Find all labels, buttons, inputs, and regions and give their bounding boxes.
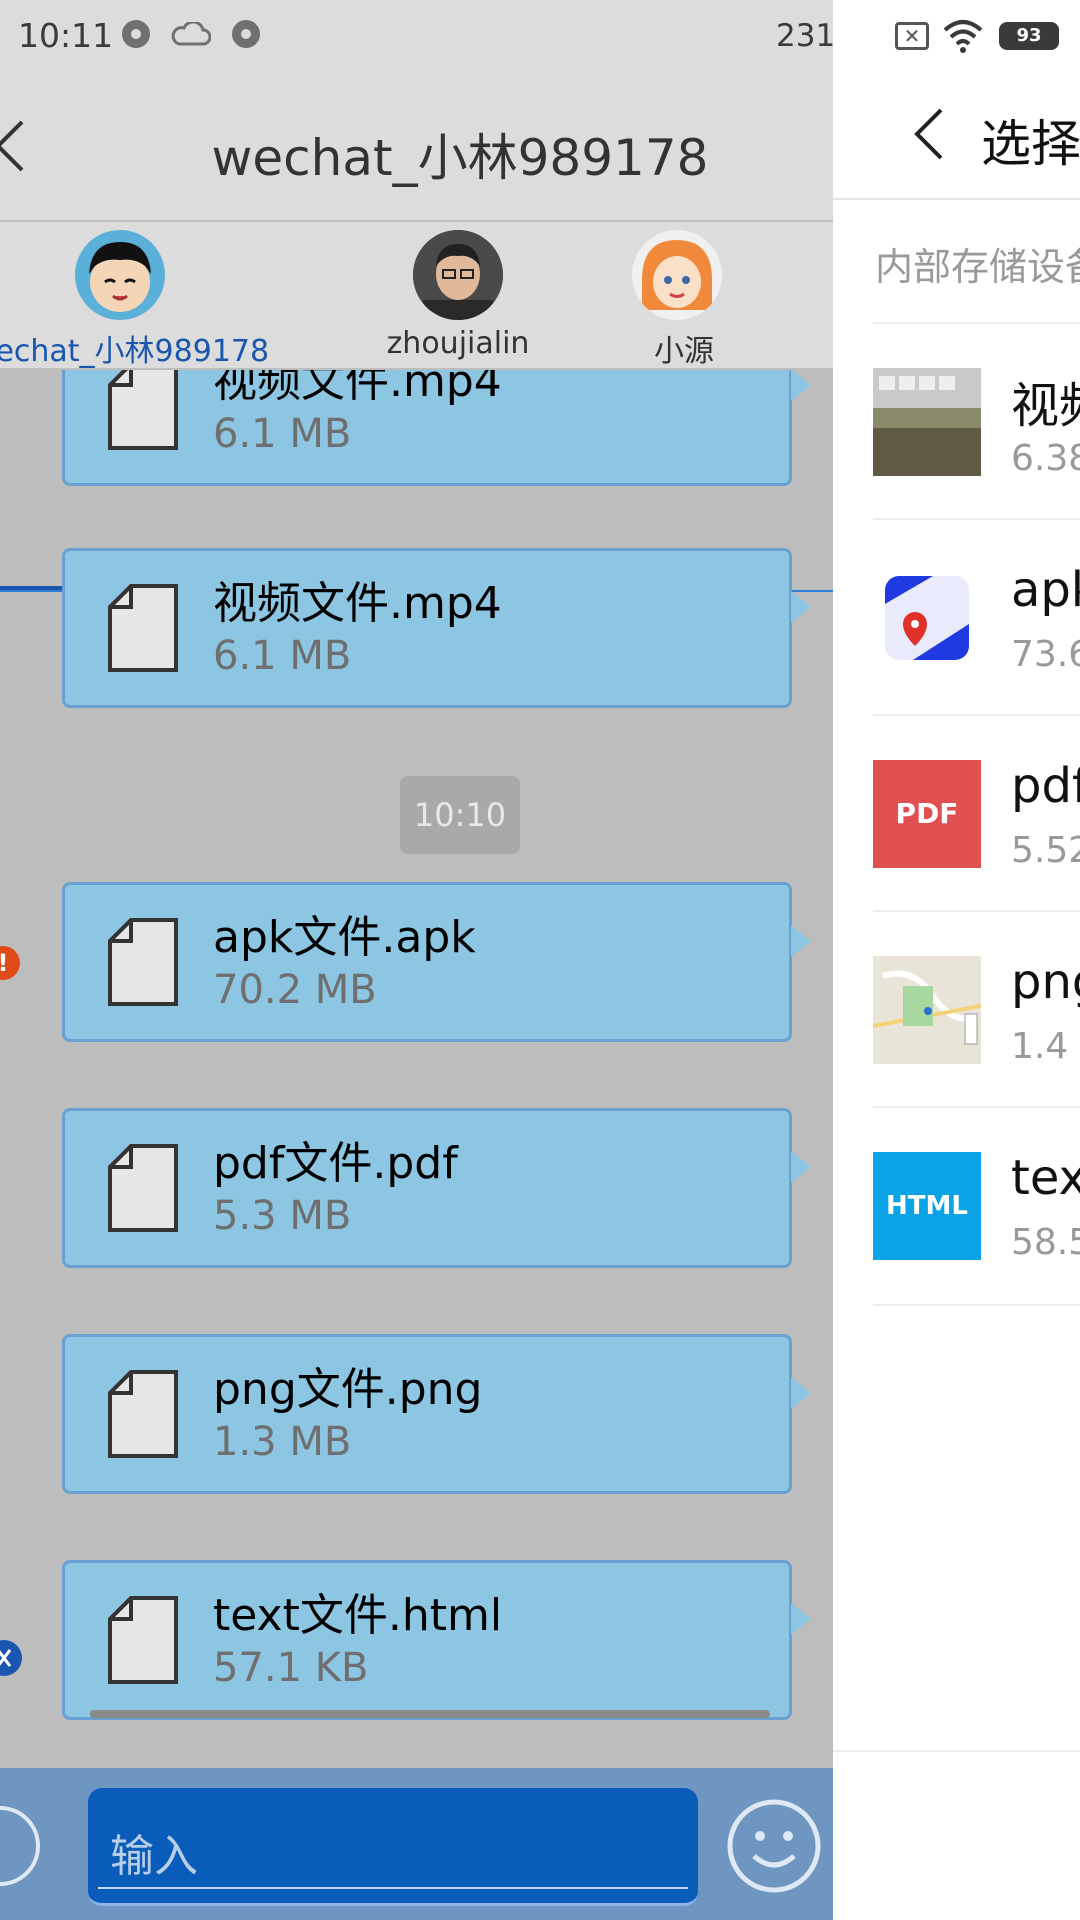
file-size: 6.1 MB (213, 411, 352, 457)
file-icon (108, 1370, 178, 1458)
map-thumbnail (873, 956, 981, 1064)
message-input[interactable]: 输入 (88, 1788, 698, 1906)
html-label: HTML (886, 1191, 968, 1221)
file-name: apk文件.apk (213, 912, 476, 963)
file-name: text文件.html (213, 1590, 503, 1641)
avatar (75, 230, 165, 320)
chat-title: wechat_小林989178 (211, 129, 709, 187)
notification-icon-2 (232, 20, 260, 48)
avatar (413, 230, 503, 320)
file-size: 6.1 MB (213, 633, 352, 679)
cloud-icon (171, 22, 211, 46)
file-picker-panel: ✕ 93 选择 内部存储设备 视频 6.38 (833, 0, 1080, 1920)
emoji-icon[interactable] (726, 1798, 822, 1894)
voice-icon[interactable] (0, 1806, 40, 1886)
file-name: 视频 (1011, 378, 1080, 434)
file-list-item[interactable]: HTML tex 58.5 (873, 1106, 1080, 1306)
file-name: png (1011, 954, 1080, 1010)
file-icon (108, 370, 178, 450)
tab-label: zhoujialin (386, 326, 530, 361)
chat-screen: 10:11 231K/s wechat_小林989178 wechat_小林98… (0, 0, 833, 1920)
tab-label: 小源 (654, 334, 714, 369)
contact-tabs: wechat_小林989178 zhoujialin 小源 (0, 222, 833, 592)
network-speed: 231K/s (776, 18, 833, 54)
tab-label: wechat_小林989178 (0, 334, 270, 369)
message-list[interactable]: 视频文件.mp4 6.1 MB 视频文件.mp4 6.1 MB 10:10 ! … (0, 370, 833, 1768)
file-message[interactable]: pdf文件.pdf 5.3 MB (62, 1108, 811, 1268)
file-list-item[interactable]: 视频 6.38 (873, 322, 1080, 520)
pdf-file-icon: PDF (873, 760, 981, 868)
file-list-item[interactable]: PDF pdf 5.52 (873, 714, 1080, 912)
file-size: 1.4 M (1011, 1026, 1080, 1067)
file-size: 5.3 MB (213, 1193, 352, 1239)
file-message[interactable]: png文件.png 1.3 MB (62, 1334, 811, 1494)
file-list-item[interactable]: png 1.4 M (873, 910, 1080, 1108)
file-size: 5.52 (1011, 830, 1080, 871)
html-file-icon: HTML (873, 1152, 981, 1260)
file-message[interactable]: 视频文件.mp4 6.1 MB (62, 548, 811, 708)
storage-path[interactable]: 内部存储设备 (875, 236, 1080, 291)
wifi-icon (943, 20, 983, 53)
file-name: pdf (1011, 758, 1080, 814)
file-name: 视频文件.mp4 (213, 370, 502, 407)
file-list-item[interactable]: apk 73.6 (873, 518, 1080, 716)
file-size: 6.38 (1011, 438, 1080, 479)
picker-header: 选择 (833, 74, 1080, 200)
file-size: 70.2 MB (213, 967, 377, 1013)
input-placeholder: 输入 (110, 1831, 198, 1882)
file-icon (108, 1144, 178, 1232)
upload-progress-bar (90, 1710, 770, 1718)
input-underline (98, 1887, 688, 1889)
error-icon[interactable]: ! (0, 946, 20, 980)
file-size: 57.1 KB (213, 1645, 369, 1691)
status-bar-right: ✕ 93 (833, 0, 1080, 74)
pdf-label: PDF (895, 797, 959, 830)
picker-bottom-divider (833, 1750, 1080, 1752)
cancel-send-icon[interactable] (0, 1640, 22, 1676)
status-bar: 10:11 231K/s (0, 0, 833, 74)
file-name: png文件.png (213, 1364, 483, 1415)
picker-title: 选择 (981, 115, 1080, 173)
status-time: 10:11 (18, 16, 114, 55)
tab-contact-zhoujialin[interactable]: zhoujialin (278, 230, 638, 361)
file-size: 73.6 (1011, 634, 1080, 675)
no-sim-icon: ✕ (895, 22, 929, 50)
file-size: 1.3 MB (213, 1419, 352, 1465)
file-name: pdf文件.pdf (213, 1138, 458, 1189)
file-message[interactable]: 视频文件.mp4 6.1 MB (62, 370, 811, 486)
tab-contact-xiaolin[interactable]: wechat_小林989178 (0, 230, 300, 370)
tab-contact-xiaoyuan[interactable]: 小源 (632, 230, 832, 370)
file-icon (108, 1596, 178, 1684)
file-name: apk (1011, 562, 1080, 618)
chat-header: wechat_小林989178 (0, 74, 833, 222)
file-message[interactable]: text文件.html 57.1 KB (62, 1560, 811, 1720)
file-icon (108, 584, 178, 672)
file-message[interactable]: apk文件.apk 70.2 MB (62, 882, 811, 1042)
back-icon[interactable] (909, 104, 949, 164)
time-divider: 10:10 (400, 776, 520, 854)
avatar (632, 230, 722, 320)
video-thumbnail (873, 368, 981, 476)
notification-icon (122, 20, 150, 48)
input-bar: 输入 (0, 1768, 833, 1920)
file-name: 视频文件.mp4 (213, 578, 502, 629)
apk-app-icon (885, 576, 969, 660)
file-size: 58.5 (1011, 1222, 1080, 1263)
file-name: tex (1011, 1150, 1080, 1206)
battery-icon: 93 (999, 22, 1059, 50)
file-icon (108, 918, 178, 1006)
